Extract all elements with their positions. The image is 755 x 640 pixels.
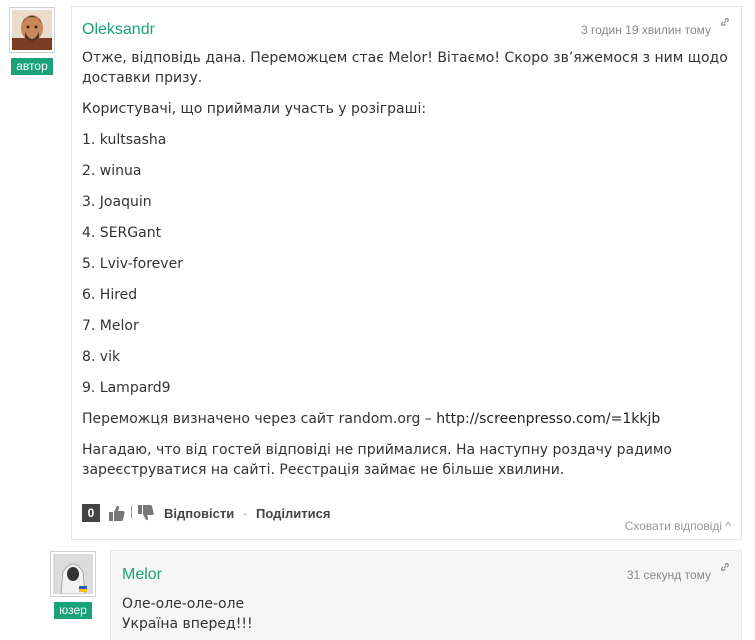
avatar-image-hooded (53, 554, 93, 595)
participant-item: 3. Joaquin (82, 194, 152, 210)
role-badge: юзер (54, 602, 92, 619)
avatar[interactable] (9, 7, 55, 53)
vote-separator (131, 506, 132, 518)
comment-timestamp[interactable]: 3 годин 19 хвилин тому (581, 23, 711, 37)
participant-item: 4. SERGant (82, 225, 162, 241)
participant-item: 1. kultsasha (82, 132, 167, 148)
action-separator: · (243, 506, 248, 521)
role-badge: автор (11, 58, 53, 75)
thumbs-down-icon[interactable] (137, 503, 155, 523)
comment-timestamp[interactable]: 31 секунд тому (627, 568, 711, 582)
avatar-column-melor: юзер (48, 551, 98, 619)
comment-author-link[interactable]: Melor (122, 566, 162, 584)
comment-line: Україна вперед!!! (122, 616, 253, 632)
link-icon[interactable] (720, 562, 730, 572)
participant-item: 2. winua (82, 163, 142, 179)
thumbs-up-icon[interactable] (108, 503, 126, 523)
avatar[interactable] (50, 551, 96, 597)
winner-proof-link[interactable]: http://screenpresso.com/=1kkjb (436, 411, 660, 427)
participant-item: 7. Melor (82, 318, 139, 334)
comment-author-link[interactable]: Oleksandr (82, 21, 155, 39)
winner-text: Переможця визначено через сайт random.or… (82, 411, 437, 427)
comment-melor: Melor 31 секунд тому Оле-оле-оле-оле Укр… (110, 550, 742, 640)
link-icon[interactable] (720, 17, 730, 27)
avatar-column-oleksandr: автор (7, 7, 57, 75)
comment-line: Оле-оле-оле-оле (122, 596, 245, 612)
reply-button[interactable]: Відповісти (164, 506, 234, 521)
comment-paragraph: Користувачі, що приймали участь у розігр… (82, 101, 427, 117)
participant-item: 6. Hired (82, 287, 138, 303)
comment-paragraph: Отже, відповідь дана. Переможцем стає Me… (82, 50, 728, 86)
comment-body: Оле-оле-оле-оле Україна вперед!!! (122, 594, 722, 634)
comment-oleksandr: Oleksandr 3 годин 19 хвилин тому Отже, в… (71, 6, 742, 540)
participant-item: 9. Lampard9 (82, 380, 171, 396)
comment-paragraph: Нагадаю, что від гостей відповіді не при… (82, 442, 672, 478)
comment-body: Отже, відповідь дана. Переможцем стає Me… (82, 48, 732, 491)
comment-footer: 0 Відповісти · Поділитися Сховати відпов… (82, 502, 731, 533)
avatar-image-warrior (12, 10, 52, 50)
hide-replies-button[interactable]: Сховати відповіді ^ (625, 519, 731, 533)
share-button[interactable]: Поділитися (256, 506, 330, 521)
vote-count: 0 (82, 504, 100, 522)
participant-item: 5. Lviv-forever (82, 256, 183, 272)
winner-paragraph: Переможця визначено через сайт random.or… (82, 409, 732, 429)
participant-item: 8. vik (82, 349, 121, 365)
